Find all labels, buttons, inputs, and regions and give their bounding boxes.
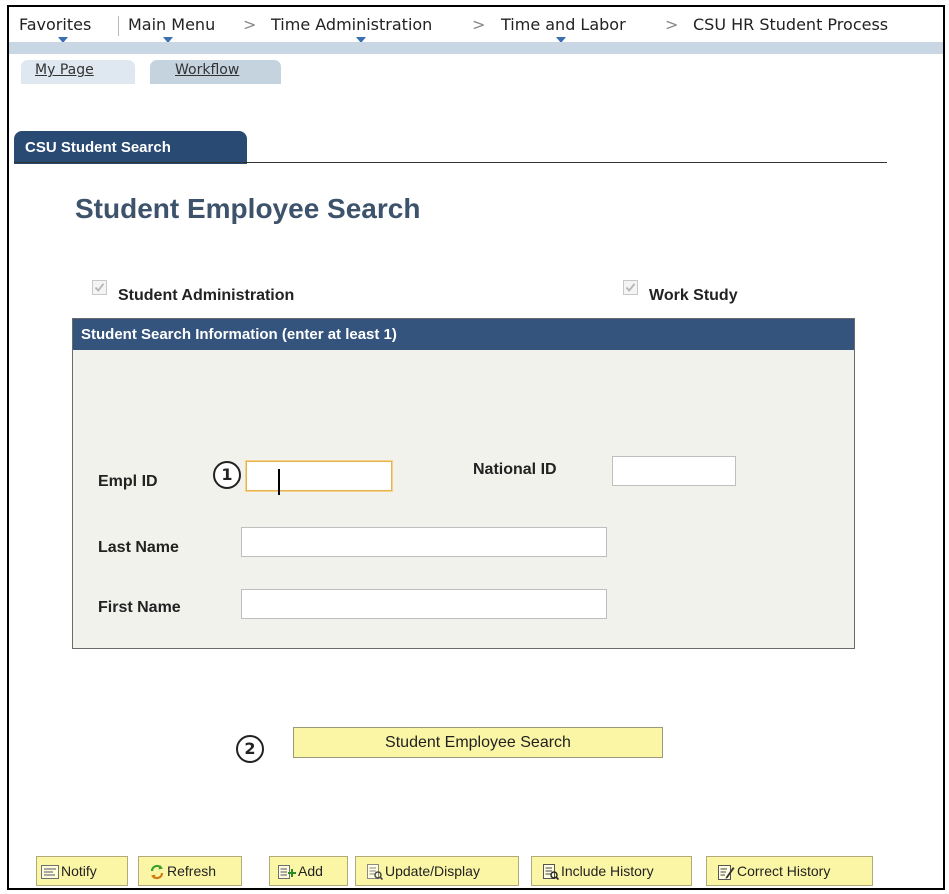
add-label: Add bbox=[298, 863, 323, 879]
page-tab-bar: My Page Workflow bbox=[9, 42, 943, 88]
tab-my-page[interactable]: My Page bbox=[21, 60, 135, 84]
add-button[interactable]: Add bbox=[269, 856, 348, 886]
checkmark-icon bbox=[625, 283, 636, 292]
breadcrumb-main-menu[interactable]: Main Menu bbox=[128, 15, 216, 43]
breadcrumb-separator: > bbox=[472, 15, 486, 34]
notify-label: Notify bbox=[61, 863, 97, 879]
notify-button[interactable]: Notify bbox=[36, 856, 128, 886]
breadcrumb-favorites[interactable]: Favorites bbox=[19, 15, 92, 43]
work-study-label: Work Study bbox=[649, 287, 738, 304]
breadcrumb-separator: > bbox=[665, 15, 679, 34]
correct-history-button[interactable]: Correct History bbox=[706, 856, 873, 886]
breadcrumb-label: Favorites bbox=[19, 15, 92, 34]
tab-bar-stripe bbox=[9, 42, 943, 54]
breadcrumb-time-and-labor[interactable]: Time and Labor bbox=[501, 15, 626, 43]
update-display-icon bbox=[367, 864, 383, 881]
breadcrumb-separator: > bbox=[243, 15, 257, 34]
tab-label: CSU Student Search bbox=[25, 139, 171, 156]
correct-history-icon bbox=[718, 864, 735, 881]
student-employee-search-button[interactable]: Student Employee Search bbox=[293, 727, 663, 758]
page-frame: Favorites Main Menu > Time Administratio… bbox=[7, 5, 945, 890]
tab-workflow[interactable]: Workflow bbox=[150, 60, 281, 84]
include-history-label: Include History bbox=[561, 863, 654, 879]
include-history-button[interactable]: Include History bbox=[531, 856, 692, 886]
breadcrumb-label: Main Menu bbox=[128, 15, 216, 34]
tab-label: Workflow bbox=[175, 62, 240, 78]
divider bbox=[118, 16, 119, 36]
checkmark-icon bbox=[94, 283, 105, 292]
work-study-checkbox[interactable] bbox=[623, 280, 638, 295]
empl-id-label: Empl ID bbox=[98, 473, 158, 490]
text-caret bbox=[278, 469, 280, 495]
add-icon bbox=[278, 865, 296, 880]
first-name-label: First Name bbox=[98, 599, 181, 616]
breadcrumb-label: Time and Labor bbox=[501, 15, 626, 34]
correct-history-label: Correct History bbox=[737, 863, 831, 879]
update-display-label: Update/Display bbox=[385, 863, 480, 879]
breadcrumb-csu-hr-student-process[interactable]: CSU HR Student Process bbox=[693, 15, 888, 34]
last-name-input[interactable] bbox=[241, 527, 607, 557]
student-administration-label: Student Administration bbox=[118, 287, 295, 304]
group-header: Student Search Information (enter at lea… bbox=[73, 319, 854, 350]
first-name-input[interactable] bbox=[241, 589, 607, 619]
callout-2: 2 bbox=[236, 735, 264, 763]
student-administration-checkbox[interactable] bbox=[92, 280, 107, 295]
national-id-label: National ID bbox=[473, 461, 557, 478]
page-title: Student Employee Search bbox=[75, 193, 421, 224]
tab-csu-student-search[interactable]: CSU Student Search bbox=[14, 131, 247, 164]
breadcrumb-time-administration[interactable]: Time Administration bbox=[271, 15, 433, 43]
empl-id-input[interactable] bbox=[246, 461, 392, 491]
breadcrumb: Favorites Main Menu > Time Administratio… bbox=[9, 7, 943, 43]
last-name-label: Last Name bbox=[98, 539, 179, 556]
refresh-icon bbox=[149, 864, 165, 880]
refresh-label: Refresh bbox=[167, 863, 217, 879]
national-id-input[interactable] bbox=[612, 456, 736, 486]
include-history-icon bbox=[543, 864, 559, 881]
breadcrumb-label: Time Administration bbox=[271, 15, 433, 34]
group-header-label: Student Search Information (enter at lea… bbox=[81, 326, 397, 343]
breadcrumb-label: CSU HR Student Process bbox=[693, 15, 889, 34]
refresh-button[interactable]: Refresh bbox=[138, 856, 242, 886]
callout-1: 1 bbox=[213, 461, 241, 489]
update-display-button[interactable]: Update/Display bbox=[355, 856, 519, 886]
divider bbox=[14, 162, 887, 163]
notify-icon bbox=[41, 865, 59, 880]
tab-label: My Page bbox=[35, 62, 94, 78]
